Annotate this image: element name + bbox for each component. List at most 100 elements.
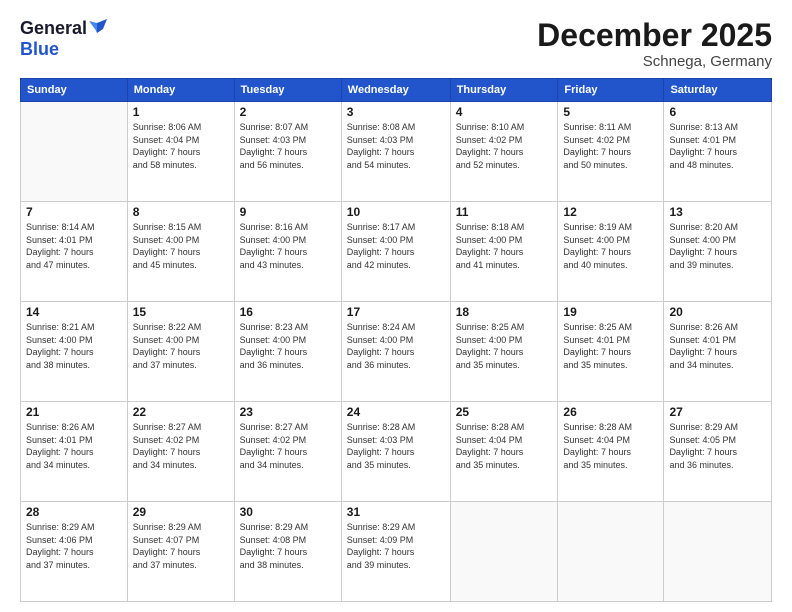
- calendar-cell: 27 Sunrise: 8:29 AM Sunset: 4:05 PM Dayli…: [664, 402, 772, 502]
- day-info: Sunrise: 8:20 AM Sunset: 4:00 PM Dayligh…: [669, 221, 766, 271]
- day-info: Sunrise: 8:25 AM Sunset: 4:01 PM Dayligh…: [563, 321, 658, 371]
- calendar-cell: 1Sunrise: 8:06 AM Sunset: 4:04 PM Daylig…: [127, 102, 234, 202]
- calendar-cell: 20 Sunrise: 8:26 AM Sunset: 4:01 PM Dayli…: [664, 302, 772, 402]
- col-sunday: Sunday: [21, 79, 128, 102]
- calendar-cell: 29 Sunrise: 8:29 AM Sunset: 4:07 PM Dayli…: [127, 502, 234, 602]
- day-info: Sunrise: 8:19 AM Sunset: 4:00 PM Dayligh…: [563, 221, 658, 271]
- calendar-cell: 15 Sunrise: 8:22 AM Sunset: 4:00 PM Dayli…: [127, 302, 234, 402]
- col-tuesday: Tuesday: [234, 79, 341, 102]
- day-info: Sunrise: 8:22 AM Sunset: 4:00 PM Dayligh…: [133, 321, 229, 371]
- calendar-week-row: 7 Sunrise: 8:14 AM Sunset: 4:01 PM Daylig…: [21, 202, 772, 302]
- calendar-week-row: 14 Sunrise: 8:21 AM Sunset: 4:00 PM Dayli…: [21, 302, 772, 402]
- day-number: 15: [133, 305, 229, 319]
- calendar-cell: 7 Sunrise: 8:14 AM Sunset: 4:01 PM Daylig…: [21, 202, 128, 302]
- day-number: 21: [26, 405, 122, 419]
- calendar-cell: 12 Sunrise: 8:19 AM Sunset: 4:00 PM Dayli…: [558, 202, 664, 302]
- calendar-cell: 31 Sunrise: 8:29 AM Sunset: 4:09 PM Dayli…: [341, 502, 450, 602]
- day-number: 11: [456, 205, 553, 219]
- calendar-cell: 11Sunrise: 8:18 AM Sunset: 4:00 PM Dayli…: [450, 202, 558, 302]
- day-number: 20: [669, 305, 766, 319]
- day-info: Sunrise: 8:26 AM Sunset: 4:01 PM Dayligh…: [669, 321, 766, 371]
- calendar-cell: 21Sunrise: 8:26 AM Sunset: 4:01 PM Dayli…: [21, 402, 128, 502]
- calendar-cell: 19Sunrise: 8:25 AM Sunset: 4:01 PM Dayli…: [558, 302, 664, 402]
- calendar-cell: [664, 502, 772, 602]
- day-number: 30: [240, 505, 336, 519]
- day-info: Sunrise: 8:29 AM Sunset: 4:09 PM Dayligh…: [347, 521, 445, 571]
- day-number: 22: [133, 405, 229, 419]
- calendar-cell: 26 Sunrise: 8:28 AM Sunset: 4:04 PM Dayli…: [558, 402, 664, 502]
- day-info: Sunrise: 8:14 AM Sunset: 4:01 PM Dayligh…: [26, 221, 122, 271]
- day-info: Sunrise: 8:27 AM Sunset: 4:02 PM Dayligh…: [133, 421, 229, 471]
- calendar-week-row: 21Sunrise: 8:26 AM Sunset: 4:01 PM Dayli…: [21, 402, 772, 502]
- day-info: Sunrise: 8:15 AM Sunset: 4:00 PM Dayligh…: [133, 221, 229, 271]
- day-info: Sunrise: 8:13 AM Sunset: 4:01 PM Dayligh…: [669, 121, 766, 171]
- day-info: Sunrise: 8:28 AM Sunset: 4:03 PM Dayligh…: [347, 421, 445, 471]
- col-monday: Monday: [127, 79, 234, 102]
- col-saturday: Saturday: [664, 79, 772, 102]
- day-number: 27: [669, 405, 766, 419]
- day-number: 2: [240, 105, 336, 119]
- col-thursday: Thursday: [450, 79, 558, 102]
- day-number: 16: [240, 305, 336, 319]
- col-wednesday: Wednesday: [341, 79, 450, 102]
- day-info: Sunrise: 8:16 AM Sunset: 4:00 PM Dayligh…: [240, 221, 336, 271]
- day-info: Sunrise: 8:10 AM Sunset: 4:02 PM Dayligh…: [456, 121, 553, 171]
- day-info: Sunrise: 8:29 AM Sunset: 4:07 PM Dayligh…: [133, 521, 229, 571]
- day-info: Sunrise: 8:24 AM Sunset: 4:00 PM Dayligh…: [347, 321, 445, 371]
- calendar-cell: 10Sunrise: 8:17 AM Sunset: 4:00 PM Dayli…: [341, 202, 450, 302]
- calendar-cell: 30 Sunrise: 8:29 AM Sunset: 4:08 PM Dayli…: [234, 502, 341, 602]
- day-number: 6: [669, 105, 766, 119]
- day-info: Sunrise: 8:07 AM Sunset: 4:03 PM Dayligh…: [240, 121, 336, 171]
- day-info: Sunrise: 8:27 AM Sunset: 4:02 PM Dayligh…: [240, 421, 336, 471]
- col-friday: Friday: [558, 79, 664, 102]
- day-number: 26: [563, 405, 658, 419]
- day-number: 7: [26, 205, 122, 219]
- calendar-cell: 6 Sunrise: 8:13 AM Sunset: 4:01 PM Daylig…: [664, 102, 772, 202]
- calendar-cell: 2 Sunrise: 8:07 AM Sunset: 4:03 PM Daylig…: [234, 102, 341, 202]
- day-info: Sunrise: 8:29 AM Sunset: 4:05 PM Dayligh…: [669, 421, 766, 471]
- calendar-cell: 25 Sunrise: 8:28 AM Sunset: 4:04 PM Dayli…: [450, 402, 558, 502]
- day-number: 3: [347, 105, 445, 119]
- calendar-cell: 22 Sunrise: 8:27 AM Sunset: 4:02 PM Dayli…: [127, 402, 234, 502]
- calendar-cell: 8 Sunrise: 8:15 AM Sunset: 4:00 PM Daylig…: [127, 202, 234, 302]
- day-number: 25: [456, 405, 553, 419]
- day-number: 8: [133, 205, 229, 219]
- calendar-cell: 5 Sunrise: 8:11 AM Sunset: 4:02 PM Daylig…: [558, 102, 664, 202]
- calendar-cell: 16Sunrise: 8:23 AM Sunset: 4:00 PM Dayli…: [234, 302, 341, 402]
- day-number: 5: [563, 105, 658, 119]
- calendar-cell: 23 Sunrise: 8:27 AM Sunset: 4:02 PM Dayli…: [234, 402, 341, 502]
- calendar-cell: 9 Sunrise: 8:16 AM Sunset: 4:00 PM Daylig…: [234, 202, 341, 302]
- calendar-week-row: 28Sunrise: 8:29 AM Sunset: 4:06 PM Dayli…: [21, 502, 772, 602]
- day-info: Sunrise: 8:28 AM Sunset: 4:04 PM Dayligh…: [563, 421, 658, 471]
- calendar-cell: [21, 102, 128, 202]
- calendar-cell: [450, 502, 558, 602]
- day-info: Sunrise: 8:17 AM Sunset: 4:00 PM Dayligh…: [347, 221, 445, 271]
- day-number: 18: [456, 305, 553, 319]
- day-info: Sunrise: 8:08 AM Sunset: 4:03 PM Dayligh…: [347, 121, 445, 171]
- day-number: 31: [347, 505, 445, 519]
- calendar-header-row: Sunday Monday Tuesday Wednesday Thursday…: [21, 79, 772, 102]
- header: General Blue December 2025 Schnega, Germ…: [20, 18, 772, 70]
- day-number: 1: [133, 105, 229, 119]
- day-number: 12: [563, 205, 658, 219]
- main-title: December 2025: [537, 18, 772, 53]
- day-info: Sunrise: 8:28 AM Sunset: 4:04 PM Dayligh…: [456, 421, 553, 471]
- day-number: 13: [669, 205, 766, 219]
- day-info: Sunrise: 8:11 AM Sunset: 4:02 PM Dayligh…: [563, 121, 658, 171]
- day-info: Sunrise: 8:21 AM Sunset: 4:00 PM Dayligh…: [26, 321, 122, 371]
- calendar-cell: 14 Sunrise: 8:21 AM Sunset: 4:00 PM Dayli…: [21, 302, 128, 402]
- calendar-table: Sunday Monday Tuesday Wednesday Thursday…: [20, 78, 772, 602]
- day-number: 29: [133, 505, 229, 519]
- calendar-cell: 24Sunrise: 8:28 AM Sunset: 4:03 PM Dayli…: [341, 402, 450, 502]
- calendar-cell: 3 Sunrise: 8:08 AM Sunset: 4:03 PM Daylig…: [341, 102, 450, 202]
- title-block: December 2025 Schnega, Germany: [537, 18, 772, 70]
- day-number: 28: [26, 505, 122, 519]
- calendar-cell: [558, 502, 664, 602]
- day-number: 9: [240, 205, 336, 219]
- day-info: Sunrise: 8:25 AM Sunset: 4:00 PM Dayligh…: [456, 321, 553, 371]
- day-info: Sunrise: 8:29 AM Sunset: 4:08 PM Dayligh…: [240, 521, 336, 571]
- day-number: 23: [240, 405, 336, 419]
- day-number: 14: [26, 305, 122, 319]
- subtitle: Schnega, Germany: [537, 53, 772, 70]
- calendar-cell: 13 Sunrise: 8:20 AM Sunset: 4:00 PM Dayli…: [664, 202, 772, 302]
